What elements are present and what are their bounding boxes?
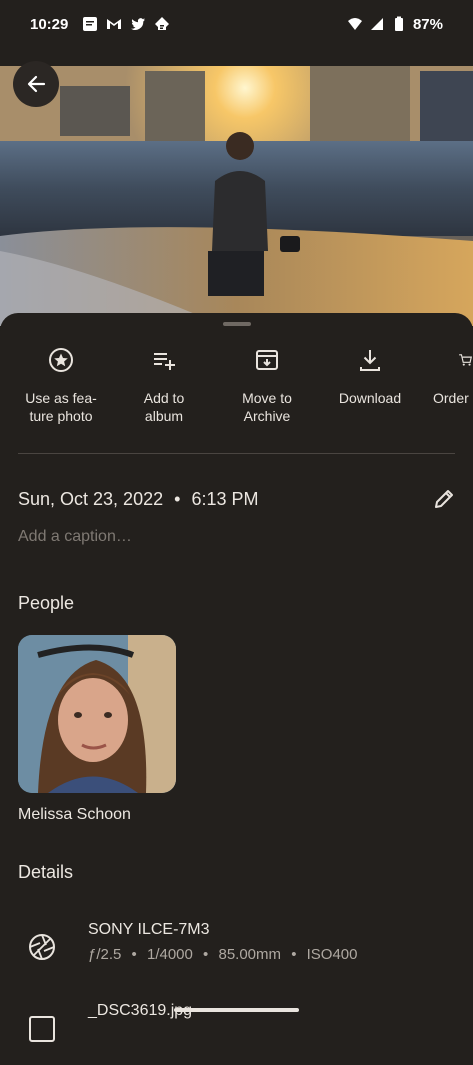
file-detail-row: _DSC3619.jpg <box>0 1002 473 1065</box>
wifi-icon <box>347 18 362 30</box>
edit-pencil-icon[interactable] <box>433 488 455 510</box>
order-button[interactable]: Order <box>423 343 473 407</box>
shutter-value: 1/4000 <box>146 946 193 963</box>
person-thumbnail[interactable] <box>18 635 176 793</box>
sep-2: • <box>203 946 209 963</box>
archive-icon <box>256 350 278 370</box>
add-to-album-button[interactable]: Add to album <box>114 343 214 425</box>
battery-percent: 87% <box>412 15 443 33</box>
sep-3: • <box>291 946 297 963</box>
status-bar: 10:29 87% <box>0 0 473 48</box>
date-row: Sun, Oct 23, 2022 • 6:13 PM <box>18 485 455 513</box>
photo-date: Sun, Oct 23, 2022 <box>18 488 164 509</box>
use-as-feature-photo-label: Use as fea- ture photo <box>25 390 97 424</box>
message-icon <box>83 17 98 31</box>
focal-value: 85.00mm <box>218 946 282 963</box>
status-right: 87% <box>347 16 443 33</box>
cart-icon <box>459 354 472 366</box>
star-circle-icon <box>49 348 73 372</box>
add-to-album-label: Add to album <box>143 390 185 424</box>
move-to-archive-label: Move to Archive <box>242 390 292 424</box>
gmail-icon <box>107 19 122 29</box>
person-name[interactable]: Melissa Schoon <box>18 806 131 824</box>
person-avatar <box>18 635 176 793</box>
twitter-icon <box>131 18 146 30</box>
playlist-add-icon <box>154 353 175 370</box>
caption-input[interactable]: Add a caption… <box>18 528 132 546</box>
status-left: 10:29 <box>30 16 170 33</box>
camera-settings: ƒ/2.5 • 1/4000 • 85.00mm • ISO400 <box>88 946 358 963</box>
move-to-archive-button[interactable]: Move to Archive <box>217 343 317 425</box>
battery-icon <box>394 16 403 31</box>
beach-sunset-photo <box>0 66 473 326</box>
info-sheet: Use as fea- ture photo Add to album Move… <box>0 313 473 1042</box>
aperture-icon <box>29 934 55 960</box>
iso-value: ISO400 <box>306 946 358 963</box>
details-title: Details <box>18 862 74 882</box>
signal-icon <box>370 18 383 30</box>
photo-preview[interactable] <box>0 66 473 326</box>
people-title: People <box>18 593 75 613</box>
image-file-icon <box>29 1016 55 1042</box>
camera-model: SONY ILCE-7M3 <box>88 921 210 938</box>
date-separator: • <box>174 488 181 509</box>
back-button[interactable] <box>13 61 59 107</box>
divider <box>18 453 455 454</box>
camera-detail-row: SONY ILCE-7M3 ƒ/2.5 • 1/4000 • 85.00mm •… <box>0 921 473 981</box>
drag-handle[interactable] <box>223 322 251 326</box>
download-icon <box>360 350 380 371</box>
sep-1: • <box>131 946 137 963</box>
feedly-icon <box>155 17 170 30</box>
date-time: Sun, Oct 23, 2022 • 6:13 PM <box>18 489 259 510</box>
photo-time: 6:13 PM <box>191 488 259 509</box>
order-label: Order <box>433 390 469 406</box>
arrow-back-icon <box>27 75 46 93</box>
download-button[interactable]: Download <box>320 343 420 407</box>
gesture-nav-bar[interactable] <box>174 1008 299 1012</box>
aperture-value: ƒ/2.5 <box>88 946 122 963</box>
actions-row: Use as fea- ture photo Add to album Move… <box>0 343 473 443</box>
download-label: Download <box>338 390 402 406</box>
use-as-feature-photo-button[interactable]: Use as fea- ture photo <box>11 343 111 425</box>
status-time: 10:29 <box>30 15 69 33</box>
